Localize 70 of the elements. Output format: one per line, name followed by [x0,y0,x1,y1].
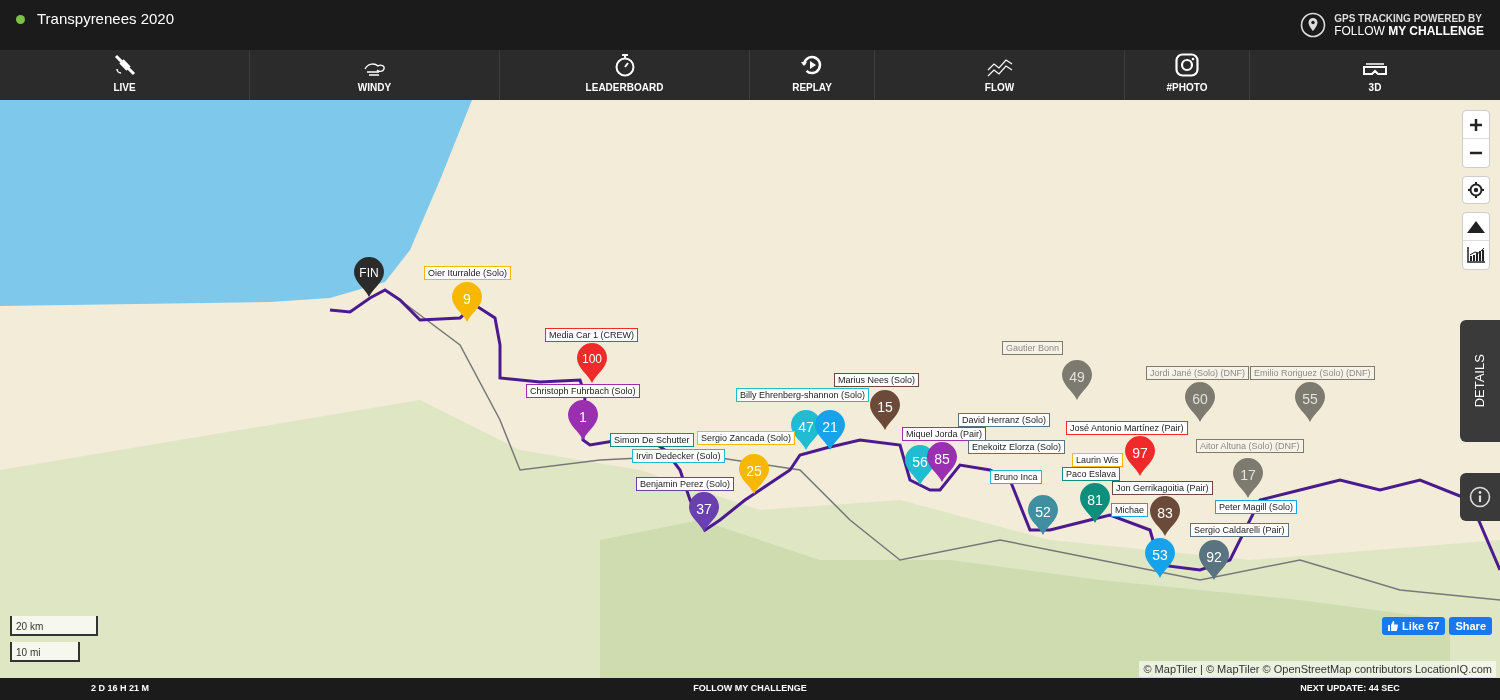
rider-marker[interactable]: 53 [1145,538,1175,578]
rider-marker[interactable]: 81 [1080,483,1110,523]
rider-label: Paco Eslava [1062,467,1121,481]
rider-label: Jon Gerrikagoitia (Pair) [1112,481,1213,495]
rider-label: Marius Nees (Solo) [834,373,920,387]
details-tab[interactable]: DETAILS [1460,320,1500,442]
rider-label: Sergio Caldarelli (Pair) [1190,523,1289,537]
rider-marker[interactable]: 55 [1295,382,1325,422]
satellite-icon [112,53,137,77]
rider-label: Michae [1111,503,1148,517]
info-icon [1469,486,1491,508]
camera-icon [1175,53,1199,77]
event-title: Transpyrenees 2020 [37,9,175,29]
locate-button[interactable] [1462,176,1490,204]
rider-label: Simon De Schutter [610,433,694,447]
rider-label: José Antonio Martínez (Pair) [1066,421,1188,435]
rider-label: Gautier Bonn [1002,341,1064,355]
rider-marker[interactable]: 60 [1185,382,1215,422]
line-chart-icon [986,57,1013,77]
rider-label: Bruno Inca [990,470,1042,484]
rider-label: Irvin Dedecker (Solo) [632,449,725,463]
rider-marker[interactable]: 92 [1199,540,1229,580]
rider-label: Enekoitz Elorza (Solo) [968,440,1066,454]
scale-bar: 20 km [10,616,98,636]
rider-label: Benjamin Perez (Solo) [636,477,735,491]
rider-marker[interactable]: 100 [577,343,607,383]
replay-icon [800,53,824,77]
rider-marker[interactable]: 15 [870,390,900,430]
info-button[interactable] [1460,473,1500,521]
rider-label: Miquel Jorda (Pair) [902,427,987,441]
elapsed-time: 2 D 16 H 21 M [91,682,149,696]
map-attribution: © MapTiler | © MapTiler © OpenStreetMap contributors LocationIQ.com [1139,660,1496,677]
rider-marker[interactable]: 83 [1150,496,1180,536]
rider-label: Peter Magill (Solo) [1215,500,1298,514]
glasses-icon [1363,63,1387,77]
logo-tagline: GPS TRACKING POWERED BY [1334,12,1483,25]
wind-icon [362,61,387,77]
rider-label: David Herranz (Solo) [958,413,1051,427]
like-button[interactable]: Like 67 [1382,617,1446,635]
rider-marker[interactable]: 97 [1125,436,1155,476]
rider-label: Billy Ehrenberg-shannon (Solo) [736,388,870,402]
rider-label: Sergio Zancada (Solo) [697,431,796,445]
nav-tab[interactable]: 3D [1250,50,1500,100]
crosshair-icon [1468,182,1484,198]
rider-marker[interactable]: 49 [1062,360,1092,400]
rider-label: Christoph Fuhrbach (Solo) [526,384,640,398]
footer-brand: FOLLOW MY CHALLENGE [693,682,807,696]
plus-icon [1470,118,1482,131]
logo-wordmark: FOLLOW MY CHALLENGE [1334,25,1484,38]
rider-label: Oier Iturralde (Solo) [424,266,512,280]
rider-marker[interactable]: 85 [927,442,957,482]
rider-marker[interactable]: 17 [1233,458,1263,498]
thumbs-up-icon [1388,621,1399,631]
stopwatch-icon [613,53,636,77]
rider-marker[interactable]: 52 [1028,495,1058,535]
rider-label: Laurin Wis [1072,453,1123,467]
bar-chart-icon [1467,247,1485,263]
rider-label: Jordi Jané (Solo) (DNF) [1146,366,1250,380]
rider-marker[interactable]: FIN [354,257,384,297]
rider-label: Media Car 1 (CREW) [545,328,638,342]
rider-label: Emilio Roriguez (Solo) (DNF) [1250,366,1375,380]
rider-marker[interactable]: 21 [815,410,845,450]
share-button[interactable]: Share [1449,617,1492,635]
mountain-icon [1467,220,1485,233]
rider-marker[interactable]: 1 [568,400,598,440]
location-pin-icon [1300,12,1327,38]
rider-label: Aitor Altuna (Solo) (DNF) [1196,439,1304,453]
next-update-countdown: NEXT UPDATE: 44 SEC [1300,682,1400,696]
rider-marker[interactable]: 37 [689,492,719,532]
scale-bar: 10 mi [10,642,80,662]
